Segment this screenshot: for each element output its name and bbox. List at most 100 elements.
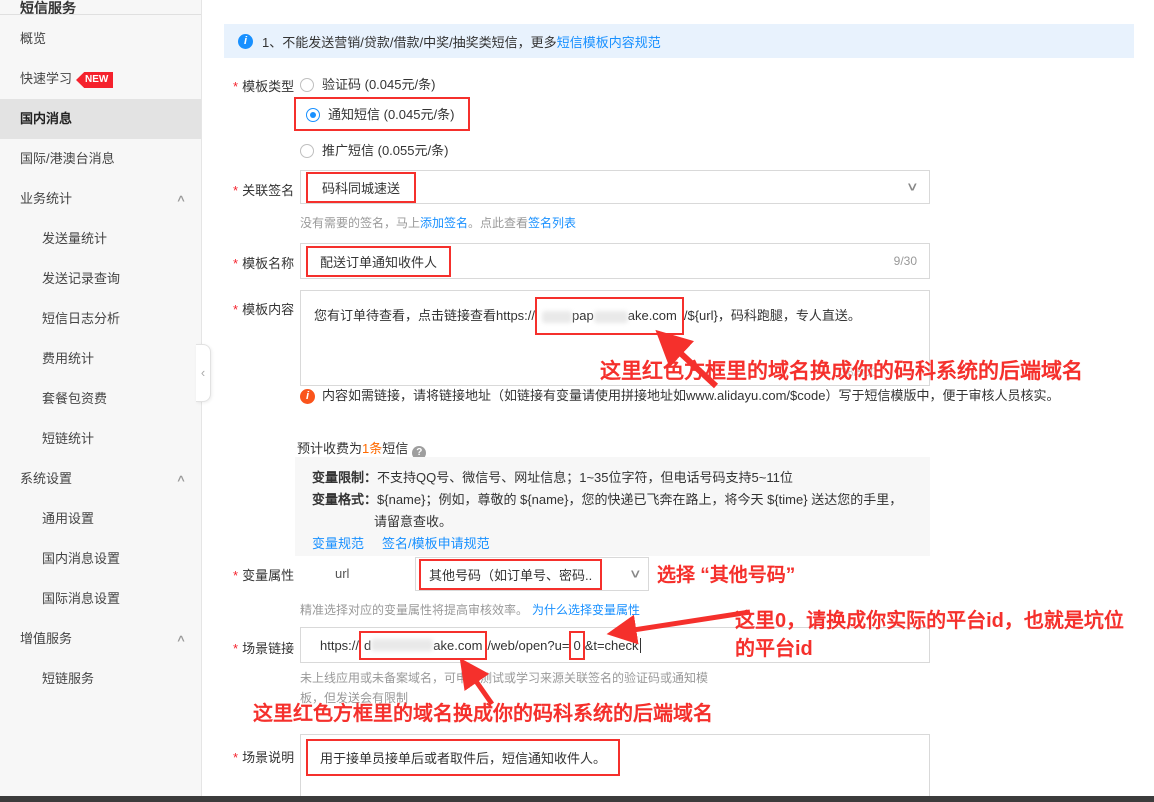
redacted-text	[371, 639, 433, 651]
sidebar-group-label: 业务统计	[20, 191, 72, 206]
add-signature-link[interactable]: 添加签名	[420, 216, 468, 230]
fee-count: 1条	[362, 441, 382, 456]
radio-icon[interactable]	[300, 144, 314, 158]
template-name-value: 配送订单通知收件人	[306, 246, 451, 277]
variable-name: url	[335, 566, 349, 581]
radio-label: 推广短信 (0.055元/条)	[322, 143, 448, 158]
template-content-label: *模板内容	[233, 299, 294, 318]
chevron-up-icon: ∧	[176, 181, 186, 217]
sidebar-item-send-record-query[interactable]: 发送记录查询	[0, 259, 201, 299]
content-domain-tail: ake.com	[628, 308, 677, 323]
sidebar-header-label: 短信服务	[20, 0, 76, 15]
sidebar-item-label: 国际消息设置	[42, 591, 120, 606]
variable-spec-link[interactable]: 变量规范	[312, 536, 364, 551]
sidebar-item-international-message-settings[interactable]: 国际消息设置	[0, 579, 201, 619]
content-text: 您有订单待查看，点击链接查看https://	[314, 308, 535, 323]
sidebar-item-label: 发送记录查询	[42, 271, 120, 286]
chevron-up-icon: ∧	[176, 621, 186, 657]
chevron-down-icon: ∨	[629, 566, 642, 580]
variable-attr-label: *变量属性	[233, 565, 294, 584]
sidebar-item-label: 国内消息	[20, 111, 72, 126]
radio-option-verification-code[interactable]: 验证码 (0.045元/条)	[300, 74, 435, 94]
radio-label: 通知短信 (0.045元/条)	[328, 107, 454, 122]
variable-rules-box: 变量限制：不支持QQ号、微信号、网址信息；1~35位字符，但电话号码支持5~11…	[295, 457, 930, 556]
variable-links: 变量规范 签名/模板申请规范	[312, 533, 916, 555]
sidebar-item-label: 短链统计	[42, 431, 94, 446]
new-badge: NEW	[76, 72, 113, 88]
sidebar-item-domestic-messages[interactable]: 国内消息	[0, 99, 201, 139]
banner-text: 1、不能发送营销/贷款/借款/中奖/抽奖类短信，更多	[262, 32, 557, 51]
radio-option-notification-sms[interactable]: 通知短信 (0.045元/条)	[294, 97, 470, 131]
chevron-up-icon: ∧	[176, 461, 186, 497]
sidebar-item-label: 快速学习	[20, 71, 72, 86]
char-counter: 9/30	[894, 254, 917, 268]
sidebar-item-label: 发送量统计	[42, 231, 107, 246]
scene-link-input[interactable]: https://dake.com/web/open?u=0&t=check	[300, 627, 930, 663]
info-icon: i	[238, 34, 253, 49]
banner-link-template-rules[interactable]: 短信模板内容规范	[557, 32, 661, 51]
sidebar-item-sms-log-analysis[interactable]: 短信日志分析	[0, 299, 201, 339]
required-marker: *	[233, 183, 238, 198]
template-name-input[interactable]: 配送订单通知收件人 9/30	[300, 243, 930, 279]
sidebar-item-label: 短信日志分析	[42, 311, 120, 326]
content-domain-mid: pap	[572, 308, 594, 323]
url-query: &t=check	[585, 638, 639, 653]
sidebar-item-overview[interactable]: 概览	[0, 19, 201, 59]
content-text: /${url}，码科跑腿，专人直送。	[684, 308, 861, 323]
why-variable-attr-link[interactable]: 为什么选择变量属性	[532, 603, 640, 617]
sidebar-group-business-stats[interactable]: 业务统计 ∧	[0, 179, 201, 219]
link-domain-redbox: dake.com	[359, 631, 487, 660]
window-bottom-edge	[0, 796, 1154, 802]
radio-icon-checked[interactable]	[306, 108, 320, 122]
template-content-textarea[interactable]: 您有订单待查看，点击链接查看https:// pap ake.com /${url}，…	[300, 290, 930, 386]
note-icon: i	[300, 389, 315, 404]
variable-format-line: 变量格式：${name}；例如，尊敬的 ${name}，您的快递已飞奔在路上，将…	[312, 489, 916, 511]
content-domain-redbox: pap ake.com	[535, 297, 684, 335]
sidebar-item-label: 国际/港澳台消息	[20, 151, 115, 166]
scene-desc-label: *场景说明	[233, 747, 294, 766]
scene-desc-textarea[interactable]: 用于接单员接单后或者取件后，短信通知收件人。	[300, 734, 930, 802]
sidebar-group-value-added-services[interactable]: 增值服务∧	[0, 619, 201, 659]
char-counter: 38/500	[840, 365, 877, 379]
scene-link-helper-line1: 未上线应用或未备案域名，可申请测试或学习来源关联签名的验证码或通知模	[300, 669, 708, 686]
signature-list-link[interactable]: 签名列表	[528, 216, 576, 230]
sidebar-item-quick-learn[interactable]: 快速学习 NEW	[0, 59, 201, 99]
variable-format-cont: 请留意查收。	[312, 511, 916, 533]
radio-icon[interactable]	[300, 78, 314, 92]
sidebar-item-label: 费用统计	[42, 351, 94, 366]
sidebar-item-package-fees[interactable]: 套餐包资费	[0, 379, 201, 419]
required-marker: *	[233, 641, 238, 656]
sidebar-item-domestic-message-settings[interactable]: 国内消息设置	[0, 539, 201, 579]
sidebar-item-fee-stats[interactable]: 费用统计	[0, 339, 201, 379]
required-marker: *	[233, 302, 238, 317]
signature-helper: 没有需要的签名，马上添加签名。点此查看签名列表	[300, 214, 576, 231]
sidebar-item-general-settings[interactable]: 通用设置	[0, 499, 201, 539]
sidebar-group-system-settings[interactable]: 系统设置 ∧	[0, 459, 201, 499]
url-path: /web/open?u=	[487, 638, 569, 653]
radio-option-promo-sms[interactable]: 推广短信 (0.055元/条)	[300, 140, 448, 160]
sidebar-collapse-handle[interactable]: ‹	[196, 344, 211, 402]
notice-banner: i 1、不能发送营销/贷款/借款/中奖/抽奖类短信，更多 短信模板内容规范	[224, 24, 1134, 58]
sidebar-item-international-messages[interactable]: 国际/港澳台消息	[0, 139, 201, 179]
required-marker: *	[233, 256, 238, 271]
sidebar-item-shortlink-service[interactable]: 短链服务	[0, 659, 201, 699]
sidebar-item-shortlink-stats[interactable]: 短链统计	[0, 419, 201, 459]
scene-link-label: *场景链接	[233, 638, 294, 657]
scene-link-helper-line2: 板，但发送会有限制	[300, 689, 408, 706]
sidebar-item-label: 概览	[20, 31, 46, 46]
chevron-down-icon: ∨	[906, 179, 919, 193]
sidebar-header-clipped: 短信服务	[0, 0, 201, 15]
required-marker: *	[233, 750, 238, 765]
content-link-note: 内容如需链接，请将链接地址（如链接有变量请使用拼接地址如www.alidayu.…	[322, 385, 1122, 407]
text-caret	[640, 638, 641, 653]
variable-attr-select[interactable]: 其他号码（如订单号、密码.. ∨	[415, 557, 649, 591]
url-scheme: https://	[320, 638, 359, 653]
sidebar-item-send-volume-stats[interactable]: 发送量统计	[0, 219, 201, 259]
sidebar-group-label: 系统设置	[20, 471, 72, 486]
sidebar-item-label: 短链服务	[42, 671, 94, 686]
chevron-left-icon: ‹	[201, 365, 205, 380]
variable-attr-helper: 精准选择对应的变量属性将提高审核效率。为什么选择变量属性	[300, 601, 640, 618]
template-apply-spec-link[interactable]: 签名/模板申请规范	[382, 536, 490, 551]
signature-select[interactable]: 码科同城速送 ∨	[300, 170, 930, 204]
sms-template-create-page: 短信服务 概览 快速学习 NEW 国内消息 国际/港澳台消息 业务统计 ∧ 发送量统…	[0, 0, 1154, 802]
